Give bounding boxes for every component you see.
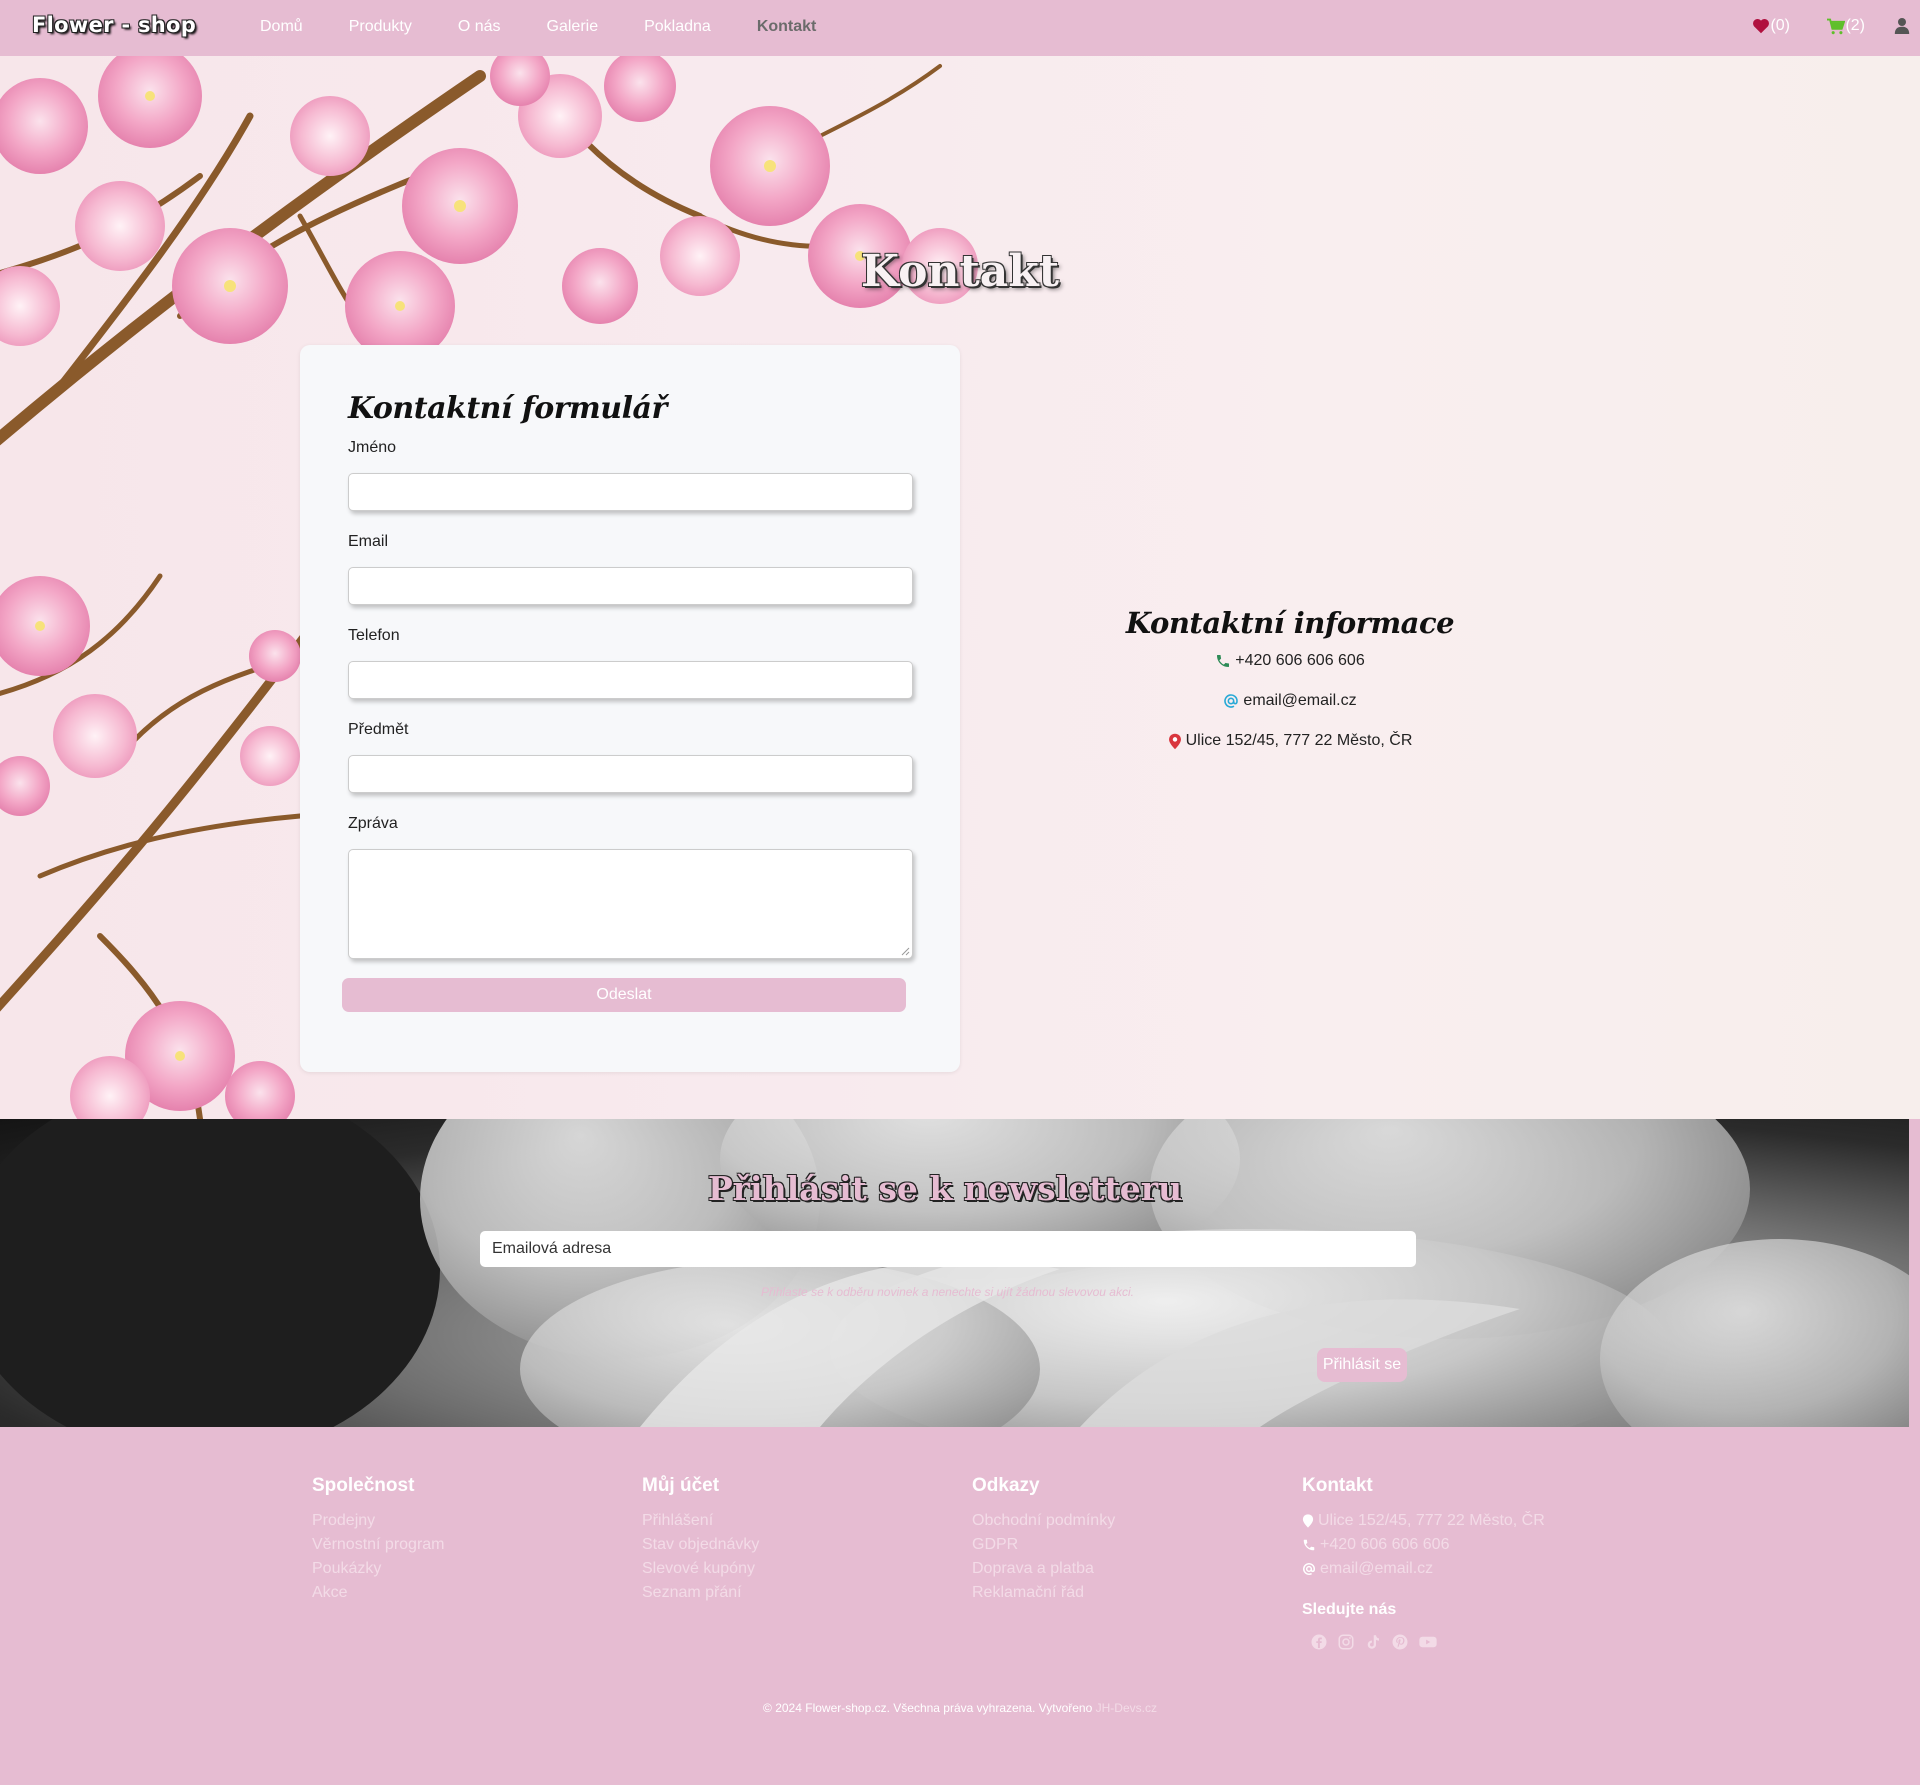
- email-label: Email: [348, 533, 389, 550]
- footer-contact: Kontakt Ulice 152/45, 777 22 Město, ČR +…: [1302, 1475, 1545, 1655]
- footer-link-wishlist[interactable]: Seznam přání: [642, 1581, 759, 1605]
- nav-link-products[interactable]: Produkty: [349, 18, 412, 36]
- contact-info-heading: Kontaktní informace: [1125, 606, 1455, 640]
- newsletter-email-input[interactable]: Emailová adresa: [480, 1231, 1416, 1267]
- credit-link[interactable]: JH-Devs.cz: [1096, 1701, 1157, 1715]
- footer-company-heading: Společnost: [312, 1475, 415, 1496]
- contact-address-text: Ulice 152/45, 777 22 Město, ČR: [1185, 732, 1413, 749]
- footer-link-vouchers[interactable]: Poukázky: [312, 1557, 445, 1581]
- follow-us-heading: Sledujte nás: [1302, 1601, 1397, 1618]
- footer-link-order-status[interactable]: Stav objednávky: [642, 1533, 759, 1557]
- footer-contact-phone[interactable]: +420 606 606 606: [1302, 1533, 1545, 1557]
- contact-info: Kontaktní informace +420 606 606 606 ema…: [1050, 606, 1530, 772]
- footer-link-complaints[interactable]: Reklamační řád: [972, 1581, 1115, 1605]
- contact-phone-text[interactable]: +420 606 606 606: [1235, 652, 1364, 670]
- brand-logo[interactable]: Flower - shop: [32, 13, 196, 37]
- email-input[interactable]: [348, 567, 913, 605]
- page-title: Kontakt: [860, 246, 1060, 297]
- newsletter-title: Přihlásit se k newsletteru: [707, 1169, 1183, 1208]
- footer-account: Můj účet Přihlášení Stav objednávky Slev…: [642, 1475, 759, 1605]
- nav-links: Domů Produkty O nás Galerie Pokladna Kon…: [260, 18, 862, 36]
- footer-contact-email[interactable]: email@email.cz: [1302, 1557, 1545, 1581]
- social-links: [1302, 1633, 1545, 1655]
- nav-link-checkout[interactable]: Pokladna: [644, 18, 711, 36]
- message-textarea[interactable]: [348, 849, 913, 959]
- contact-address: Ulice 152/45, 777 22 Město, ČR: [1050, 732, 1530, 772]
- copyright: © 2024 Flower-shop.cz. Všechna práva vyh…: [0, 1701, 1920, 1715]
- footer-link-shipping[interactable]: Doprava a platba: [972, 1557, 1115, 1581]
- youtube-icon[interactable]: [1418, 1633, 1438, 1655]
- footer-links: Odkazy Obchodní podmínky GDPR Doprava a …: [972, 1475, 1115, 1605]
- nav-link-contact[interactable]: Kontakt: [757, 18, 817, 36]
- pinterest-icon[interactable]: [1391, 1633, 1409, 1655]
- footer-links-heading: Odkazy: [972, 1475, 1040, 1496]
- rose-background: [0, 1119, 1909, 1427]
- footer-link-coupons[interactable]: Slevové kupóny: [642, 1557, 759, 1581]
- footer-contact-address: Ulice 152/45, 777 22 Město, ČR: [1302, 1509, 1545, 1533]
- footer-contact-heading: Kontakt: [1302, 1475, 1373, 1496]
- location-pin-icon: [1168, 733, 1181, 750]
- footer-link-deals[interactable]: Akce: [312, 1581, 445, 1605]
- cart-icon: [1827, 18, 1846, 34]
- phone-icon: [1303, 1539, 1315, 1551]
- submit-button[interactable]: Odeslat: [342, 978, 906, 1012]
- wishlist-button[interactable]: (0): [1752, 17, 1790, 35]
- contact-form: Kontaktní formulář Jméno Email Telefon P…: [300, 345, 960, 1072]
- newsletter-note: Přihlaste se k odběru novinek a nenechte…: [761, 1285, 1134, 1299]
- footer-link-gdpr[interactable]: GDPR: [972, 1533, 1115, 1557]
- contact-email-text[interactable]: email@email.cz: [1243, 692, 1356, 710]
- footer-email-text: email@email.cz: [1320, 1560, 1434, 1577]
- location-pin-icon: [1302, 1514, 1314, 1528]
- contact-phone: +420 606 606 606: [1050, 652, 1530, 692]
- footer-link-loyalty[interactable]: Věrnostní program: [312, 1533, 445, 1557]
- heart-icon: [1753, 18, 1770, 34]
- footer-company: Společnost Prodejny Věrnostní program Po…: [312, 1475, 445, 1605]
- nav-link-home[interactable]: Domů: [260, 18, 303, 36]
- name-label: Jméno: [348, 439, 397, 456]
- subject-input[interactable]: [348, 755, 913, 793]
- instagram-icon[interactable]: [1337, 1633, 1355, 1655]
- navbar: Flower - shop Domů Produkty O nás Galeri…: [0, 0, 1920, 56]
- footer-address-text: Ulice 152/45, 777 22 Město, ČR: [1318, 1512, 1545, 1529]
- account-button[interactable]: [1894, 17, 1910, 35]
- nav-link-gallery[interactable]: Galerie: [547, 18, 599, 36]
- contact-form-heading: Kontaktní formulář: [348, 391, 667, 426]
- footer-link-stores[interactable]: Prodejny: [312, 1509, 445, 1533]
- newsletter-subscribe-button[interactable]: Přihlásit se: [1317, 1348, 1407, 1382]
- tiktok-icon[interactable]: [1364, 1633, 1382, 1655]
- message-label: Zpráva: [348, 815, 398, 832]
- footer-link-login[interactable]: Přihlášení: [642, 1509, 759, 1533]
- phone-icon: [1217, 655, 1230, 667]
- footer: Společnost Prodejny Věrnostní program Po…: [0, 1427, 1920, 1785]
- copyright-text: © 2024 Flower-shop.cz. Všechna práva vyh…: [763, 1701, 1093, 1715]
- wishlist-count: (0): [1770, 17, 1790, 34]
- footer-account-heading: Můj účet: [642, 1475, 720, 1496]
- newsletter-section: Přihlásit se k newsletteru Emailová adre…: [0, 1119, 1909, 1427]
- facebook-icon[interactable]: [1310, 1633, 1328, 1655]
- cart-button[interactable]: (2): [1826, 17, 1865, 35]
- resize-grip-icon[interactable]: [901, 947, 910, 956]
- phone-input[interactable]: [348, 661, 913, 699]
- phone-label: Telefon: [348, 627, 400, 644]
- nav-link-about[interactable]: O nás: [458, 18, 501, 36]
- contact-hero: Kontakt Kontaktní formulář Jméno Email T…: [0, 56, 1920, 1119]
- subject-label: Předmět: [348, 721, 409, 738]
- user-icon: [1894, 18, 1910, 34]
- name-input[interactable]: [348, 473, 913, 511]
- cart-count: (2): [1845, 17, 1865, 34]
- contact-email: email@email.cz: [1050, 692, 1530, 732]
- footer-phone-text: +420 606 606 606: [1320, 1536, 1450, 1553]
- at-icon: [1303, 1563, 1316, 1575]
- footer-link-terms[interactable]: Obchodní podmínky: [972, 1509, 1115, 1533]
- at-icon: [1224, 694, 1239, 708]
